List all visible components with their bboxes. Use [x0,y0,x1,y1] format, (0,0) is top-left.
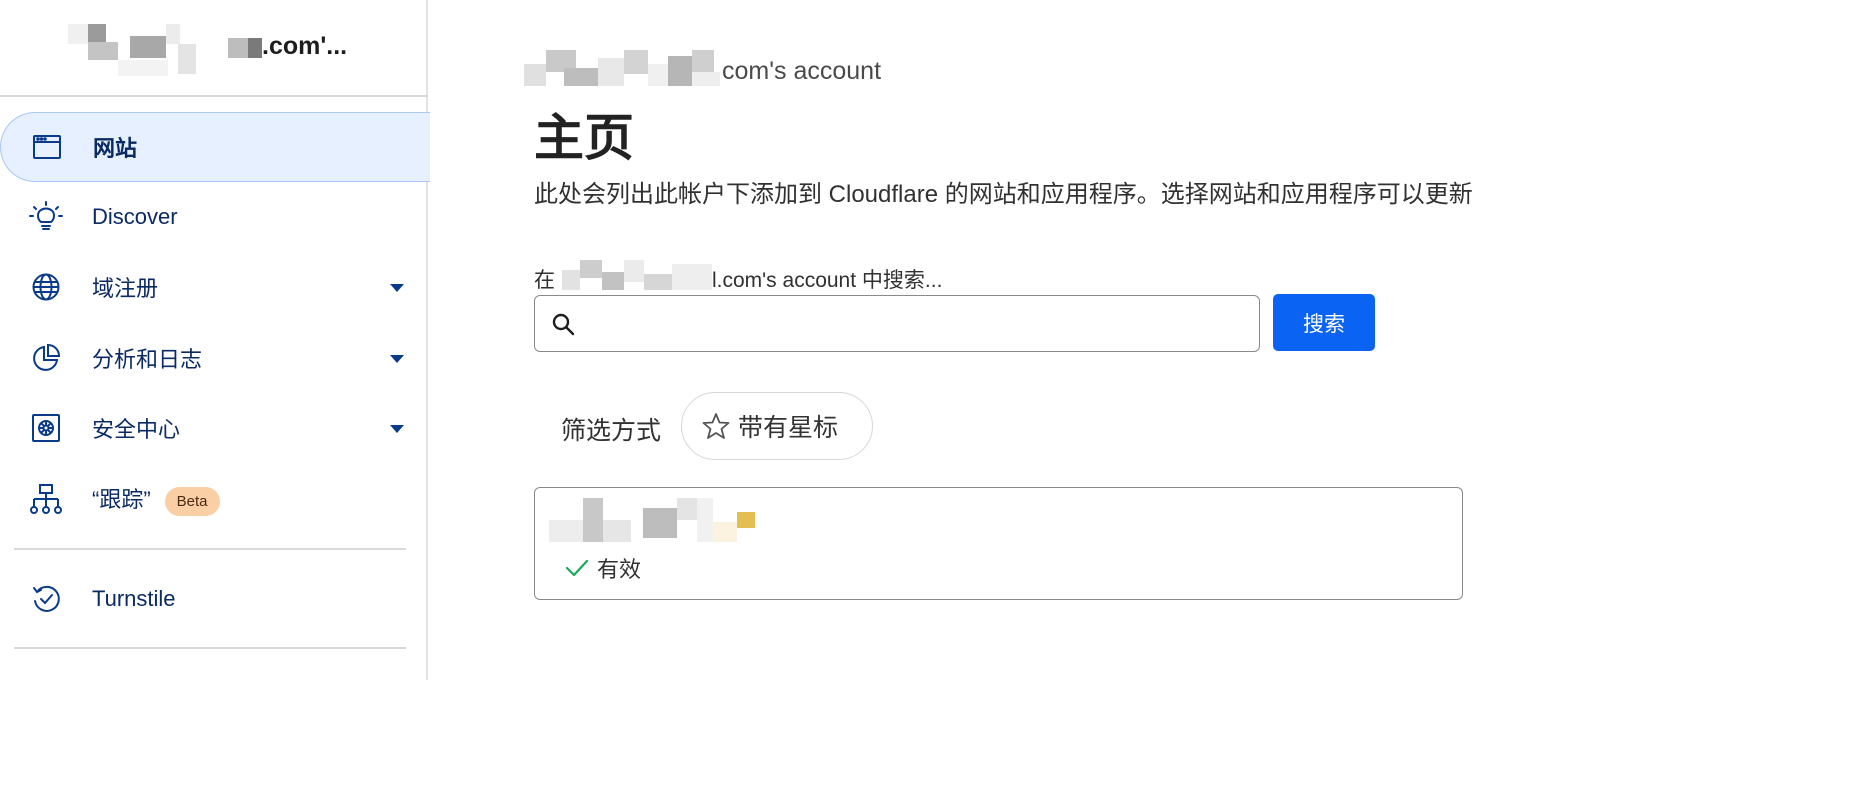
sidebar-item-discover[interactable]: Discover [0,182,428,252]
site-status-label: 有效 [597,557,642,582]
star-icon [702,413,730,439]
search-label: 在 l.com's account 中搜索... [534,260,942,294]
sidebar-item-label: Turnstile [92,586,176,611]
search-input[interactable] [589,304,1239,344]
sidebar-divider [14,647,406,649]
sidebar-item-label: 网站 [93,136,138,161]
account-switcher[interactable]: .com'... [0,0,428,97]
sidebar-item-label: 分析和日志 [92,347,203,372]
sidebar-item-security-center[interactable]: 安全中心 [0,393,428,463]
check-icon [565,559,589,577]
lightbulb-icon [28,199,64,235]
globe-icon [28,269,64,305]
beta-badge: Beta [164,486,220,516]
search-label-prefix: 在 [534,269,555,292]
starred-filter-chip[interactable]: 带有星标 [681,392,873,460]
account-name: .com'... [262,32,348,60]
search-icon [552,313,575,336]
vault-icon [28,410,64,446]
account-label: com's account [722,57,882,85]
redacted-account-inline [562,260,712,290]
sidebar: .com'... 网站 Discover 域注册 分析和日志 安全中心 “跟踪”… [0,0,430,680]
redacted-site-name [549,498,755,542]
starred-filter-label: 带有星标 [738,414,839,442]
network-icon [28,481,64,517]
sidebar-item-label-group: “跟踪” Beta [92,482,220,516]
sidebar-item-websites[interactable]: 网站 [0,112,430,182]
turnstile-icon [28,581,64,617]
sidebar-item-label: “跟踪” [92,487,151,513]
site-status: 有效 [565,552,641,584]
sidebar-item-trace[interactable]: “跟踪” Beta [0,464,428,534]
sidebar-item-domain-registration[interactable]: 域注册 [0,252,428,322]
sidebar-divider [14,548,406,550]
pie-chart-icon [28,340,64,376]
page-description: 此处会列出此帐户下添加到 Cloudflare 的网站和应用程序。选择网站和应用… [534,181,1473,208]
site-card[interactable]: 有效 [534,487,1463,600]
sidebar-item-turnstile[interactable]: Turnstile [0,564,428,634]
redacted-name [228,38,262,58]
chevron-down-icon[interactable] [390,284,404,292]
sidebar-item-label: Discover [92,204,178,229]
search-field[interactable] [534,295,1260,352]
redacted-account-email [524,50,720,86]
search-button[interactable]: 搜索 [1273,294,1375,351]
filter-label: 筛选方式 [561,417,662,445]
redacted-avatar [68,24,196,76]
search-label-suffix: l.com's account 中搜索... [712,269,943,292]
main-content: com's account 主页 此处会列出此帐户下添加到 Cloudflare… [430,0,1568,680]
app-root: .com'... 网站 Discover 域注册 分析和日志 安全中心 “跟踪”… [0,0,1568,680]
sidebar-item-label: 域注册 [92,276,159,301]
chevron-down-icon[interactable] [390,355,404,363]
chevron-down-icon[interactable] [390,425,404,433]
sidebar-item-label: 安全中心 [92,417,181,442]
sidebar-item-analytics-logs[interactable]: 分析和日志 [0,323,428,393]
browser-window-icon [29,129,65,165]
page-title: 主页 [534,110,634,166]
